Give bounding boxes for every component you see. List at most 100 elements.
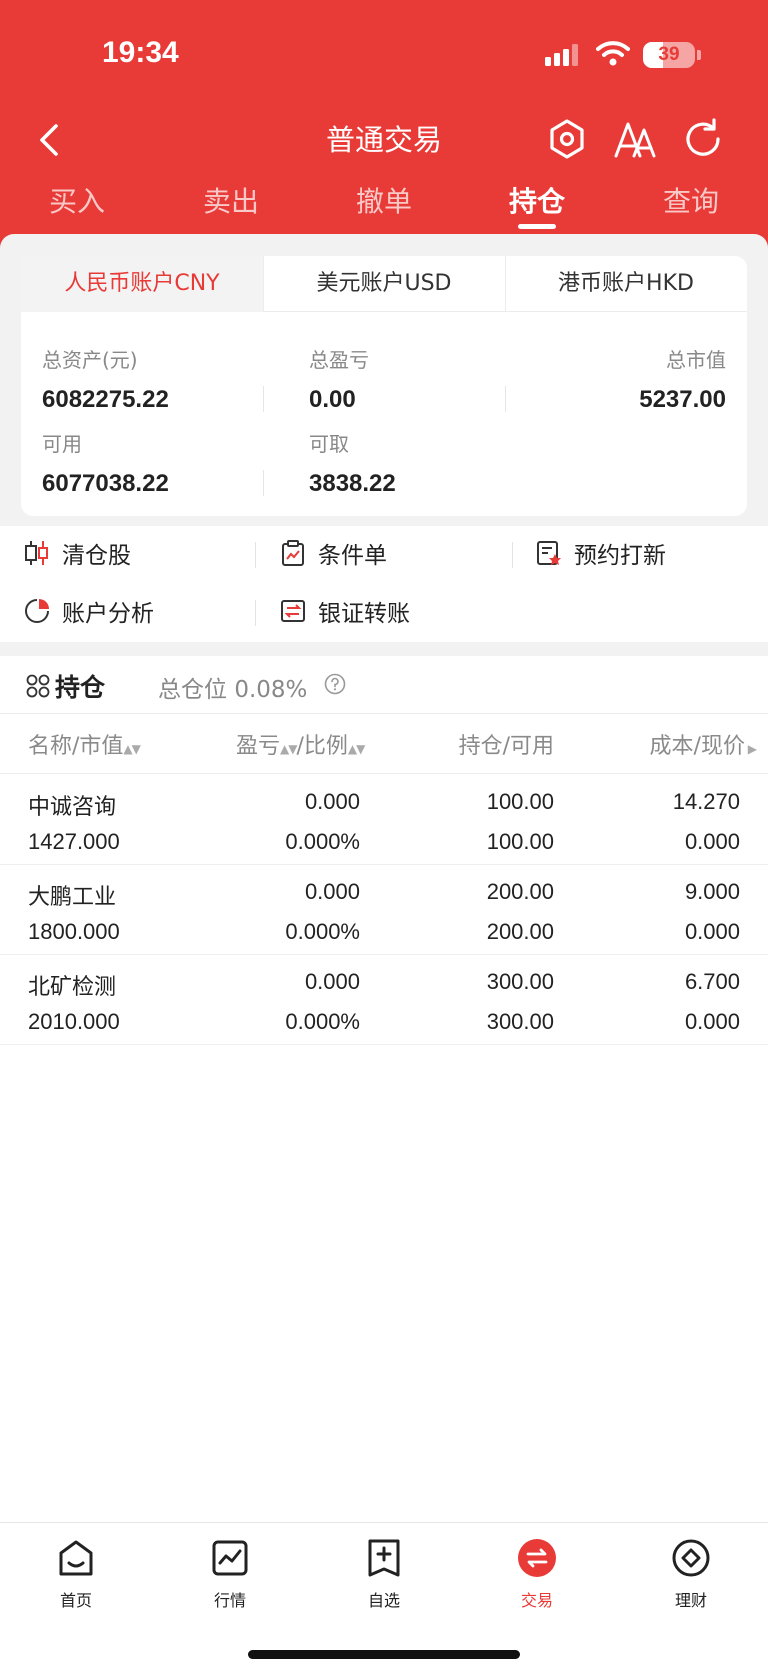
column-label: /比例: [296, 734, 348, 759]
battery-level: 39: [658, 44, 680, 65]
bottom-nav-watchlist[interactable]: 自选: [324, 1537, 444, 1611]
tab-query[interactable]: 查询: [636, 180, 746, 224]
withdrawable-value: 3838.22: [309, 470, 396, 497]
holdings-column-header: 名称/市值▲▼ 盈亏▲▼/比例▲▼ 持仓/可用 成本/现价 ▶: [0, 714, 768, 774]
divider: [263, 386, 264, 412]
font-size-icon[interactable]: [612, 116, 658, 162]
clipboard-chart-icon: [282, 540, 304, 566]
total-position-label: 总仓位: [158, 677, 227, 703]
wifi-icon: [596, 41, 630, 66]
holding-pnl-ratio: 0.000%: [285, 919, 360, 944]
bottom-nav-label: 理财: [674, 1591, 707, 1610]
holding-pnl: 0.000: [304, 969, 360, 994]
reservation-doc-icon: [537, 541, 561, 565]
watchlist-add-icon: [368, 1539, 400, 1577]
holding-pnl-ratio: 0.000%: [285, 829, 360, 854]
bottom-nav-finance[interactable]: 理财: [631, 1537, 751, 1611]
account-tabs: 人民币账户CNY 美元账户USD 港币账户HKD: [21, 256, 747, 312]
status-time: 19:34: [102, 36, 179, 69]
total-assets-label: 总资产(元): [42, 348, 138, 372]
total-position-value: 0.08%: [234, 677, 308, 703]
market-chart-icon: [212, 1540, 248, 1576]
pie-chart-icon: [25, 599, 49, 623]
holding-row[interactable]: 大鹏工业 1800.000 0.000 0.000% 200.00 200.00 9.000…: [0, 865, 768, 955]
holding-market-value: 1427.000: [28, 829, 120, 854]
refresh-icon[interactable]: [680, 116, 726, 162]
tab-buy[interactable]: 买入: [22, 180, 132, 224]
holding-available: 300.00: [486, 1009, 554, 1034]
sort-arrows-icon: ▲▼: [123, 742, 140, 756]
grid-icon: [26, 674, 50, 698]
divider: [263, 470, 264, 496]
bottom-nav-trade[interactable]: 交易: [477, 1537, 597, 1611]
available-label: 可用: [42, 432, 82, 456]
quick-actions: 清仓股 条件单 预约打新 账户分析 银证转账: [0, 526, 768, 642]
quick-action-label: 账户分析: [62, 601, 154, 627]
holding-available: 200.00: [486, 919, 554, 944]
bottom-nav-market[interactable]: 行情: [170, 1537, 290, 1611]
market-value-label: 总市值: [666, 348, 726, 372]
column-position-available: 持仓/可用: [458, 734, 554, 759]
holding-position: 100.00: [486, 789, 554, 814]
withdrawable-label: 可取: [309, 432, 349, 456]
divider: [255, 600, 256, 626]
holdings-title: 持仓: [55, 673, 106, 702]
total-position: 总仓位 0.08%: [158, 670, 307, 704]
bottom-nav-home[interactable]: 首页: [16, 1537, 136, 1611]
question-circle-icon[interactable]: [324, 673, 346, 695]
divider: [255, 542, 256, 568]
trade-tabs: 买入 卖出 撤单 持仓 查询: [0, 180, 768, 232]
account-tab-usd[interactable]: 美元账户USD: [263, 256, 505, 312]
header: 19:34 39 普通交易 买入 卖出 撤单 持仓 查询: [0, 0, 768, 250]
holding-cost: 9.000: [684, 879, 740, 904]
holding-position: 300.00: [486, 969, 554, 994]
home-icon: [59, 1540, 93, 1576]
holding-row[interactable]: 中诚咨询 1427.000 0.000 0.000% 100.00 100.00 14.27…: [0, 775, 768, 865]
content-area: 人民币账户CNY 美元账户USD 港币账户HKD 总资产(元) 6082275.…: [0, 234, 768, 1524]
divider: [512, 542, 513, 568]
settings-hexagon-icon[interactable]: [544, 116, 590, 162]
total-pnl-label: 总盈亏: [309, 348, 369, 372]
holding-market-value: 1800.000: [28, 919, 120, 944]
account-tab-cny[interactable]: 人民币账户CNY: [21, 256, 263, 312]
holding-cost: 6.700: [684, 969, 740, 994]
column-name-market-value[interactable]: 名称/市值▲▼: [28, 728, 141, 760]
holding-cost: 14.270: [672, 789, 740, 814]
holding-price: 0.000: [684, 1009, 740, 1034]
holding-name: 大鹏工业: [28, 885, 117, 910]
nav-bar: 普通交易: [0, 110, 768, 170]
column-label: 盈亏: [236, 734, 281, 759]
candlestick-icon: [25, 541, 48, 565]
holding-pnl-ratio: 0.000%: [285, 1009, 360, 1034]
tab-holdings[interactable]: 持仓: [482, 180, 592, 229]
account-tab-hkd[interactable]: 港币账户HKD: [505, 256, 747, 312]
battery-cap: [697, 50, 701, 60]
trade-exchange-icon: [518, 1539, 556, 1577]
column-pnl-ratio[interactable]: 盈亏▲▼/比例▲▼: [236, 728, 365, 760]
tab-sell[interactable]: 卖出: [176, 180, 286, 224]
column-label: 成本/现价: [649, 734, 745, 759]
bottom-nav: 首页 行情 自选 交易 理财: [0, 1522, 768, 1669]
bank-transfer-icon: [281, 600, 305, 622]
holding-pnl: 0.000: [304, 879, 360, 904]
column-label: 名称/市值: [28, 734, 124, 759]
holding-position: 200.00: [486, 879, 554, 904]
column-cost-price[interactable]: 成本/现价 ▶: [649, 728, 757, 760]
available-value: 6077038.22: [42, 470, 169, 497]
active-tab-indicator: [518, 224, 556, 229]
quick-action-label: 银证转账: [318, 601, 410, 627]
total-assets-value: 6082275.22: [42, 386, 169, 413]
scroll-right-icon: ▶: [744, 742, 757, 756]
holding-row[interactable]: 北矿检测 2010.000 0.000 0.000% 300.00 300.00 6.700…: [0, 955, 768, 1045]
holdings-header: 持仓 总仓位 0.08%: [0, 656, 768, 714]
holding-name: 中诚咨询: [28, 795, 117, 820]
status-bar: 19:34 39: [0, 0, 768, 110]
holding-market-value: 2010.000: [28, 1009, 120, 1034]
quick-action-label: 条件单: [318, 543, 387, 569]
finance-icon: [672, 1539, 710, 1577]
holding-pnl: 0.000: [304, 789, 360, 814]
tab-cancel-order[interactable]: 撤单: [329, 180, 439, 224]
tab-holdings-label: 持仓: [508, 185, 565, 218]
sort-arrows-icon: ▲▼: [347, 742, 365, 756]
bottom-nav-label: 行情: [213, 1591, 246, 1610]
